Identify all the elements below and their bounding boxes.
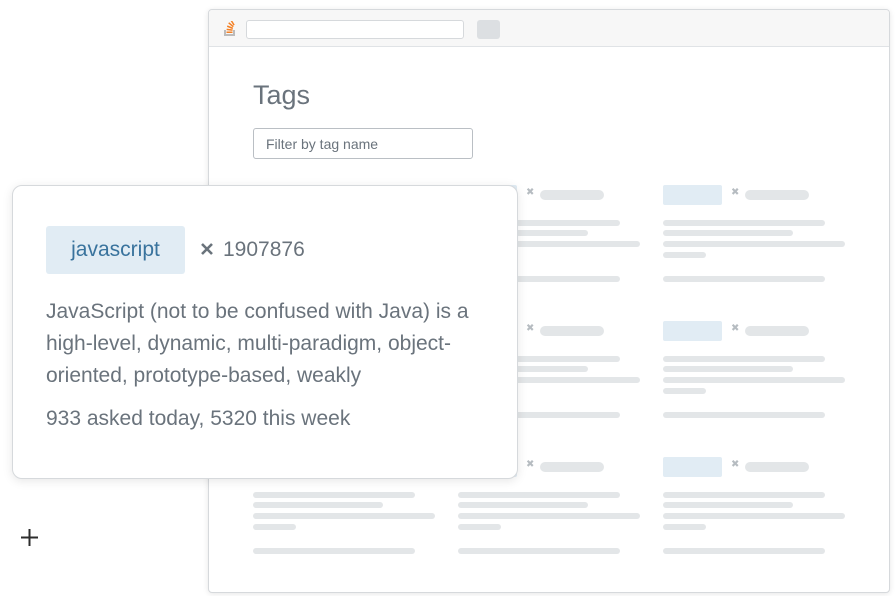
text-line-placeholder bbox=[663, 377, 845, 383]
count-placeholder bbox=[745, 190, 809, 200]
browser-button[interactable] bbox=[477, 20, 500, 39]
count-placeholder bbox=[745, 326, 809, 336]
text-line-placeholder bbox=[458, 502, 588, 508]
x-icon: ✖ bbox=[526, 459, 535, 470]
x-icon[interactable] bbox=[199, 241, 215, 257]
tag-chip-placeholder bbox=[663, 185, 722, 205]
tag-popover: javascript 1907876 JavaScript (not to be… bbox=[12, 185, 518, 479]
text-line-placeholder bbox=[663, 513, 845, 519]
text-line-placeholder bbox=[663, 220, 825, 226]
text-line-placeholder bbox=[663, 252, 706, 258]
count-placeholder bbox=[540, 326, 604, 336]
text-line-placeholder bbox=[663, 356, 825, 362]
x-icon: ✖ bbox=[731, 187, 740, 198]
text-line-placeholder bbox=[253, 502, 383, 508]
tag-chip-placeholder bbox=[663, 321, 722, 341]
text-line-placeholder bbox=[663, 524, 706, 530]
text-line-placeholder bbox=[253, 513, 435, 519]
text-line-placeholder bbox=[663, 388, 706, 394]
tag-question-count: 1907876 bbox=[223, 238, 305, 261]
tag-excerpt: JavaScript (not to be confused with Java… bbox=[46, 300, 469, 387]
text-line-placeholder bbox=[663, 230, 793, 236]
text-line-placeholder bbox=[663, 366, 793, 372]
count-placeholder bbox=[540, 462, 604, 472]
text-line-placeholder bbox=[253, 548, 415, 554]
text-line-placeholder bbox=[458, 492, 620, 498]
text-line-placeholder bbox=[458, 548, 620, 554]
text-line-placeholder bbox=[458, 513, 640, 519]
stack-overflow-logo-icon bbox=[224, 21, 235, 36]
text-line-placeholder bbox=[663, 276, 825, 282]
tag-stats: 933 asked today, 5320 this week bbox=[46, 407, 351, 430]
x-icon: ✖ bbox=[731, 459, 740, 470]
tag-filter-input[interactable] bbox=[253, 128, 473, 159]
text-line-placeholder bbox=[663, 412, 825, 418]
count-placeholder bbox=[540, 190, 604, 200]
text-line-placeholder bbox=[663, 548, 825, 554]
text-line-placeholder bbox=[663, 502, 793, 508]
plus-icon[interactable] bbox=[19, 527, 40, 548]
text-line-placeholder bbox=[253, 492, 415, 498]
x-icon: ✖ bbox=[526, 323, 535, 334]
tag-chip-javascript[interactable]: javascript bbox=[46, 226, 185, 274]
text-line-placeholder bbox=[663, 492, 825, 498]
text-line-placeholder bbox=[253, 524, 296, 530]
text-line-placeholder bbox=[458, 524, 501, 530]
text-line-placeholder bbox=[663, 241, 845, 247]
address-bar[interactable] bbox=[246, 20, 464, 39]
tag-chip-placeholder bbox=[663, 457, 722, 477]
page-title: Tags bbox=[253, 80, 311, 110]
x-icon: ✖ bbox=[526, 187, 535, 198]
count-placeholder bbox=[745, 462, 809, 472]
browser-titlebar bbox=[209, 10, 889, 47]
x-icon: ✖ bbox=[731, 323, 740, 334]
